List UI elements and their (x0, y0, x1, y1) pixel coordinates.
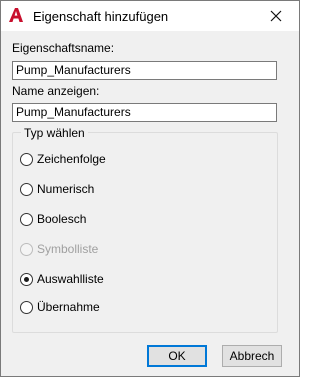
close-button[interactable] (255, 1, 299, 31)
cancel-button[interactable]: Abbrech (222, 345, 282, 367)
radio-button[interactable] (20, 153, 33, 166)
window-title: Eigenschaft hinzufügen (33, 9, 169, 24)
autocad-logo-icon (8, 7, 24, 23)
radio-label: Auswahlliste (37, 272, 104, 286)
radio-label: Numerisch (37, 182, 95, 196)
close-icon (270, 10, 282, 22)
radio-button[interactable] (20, 273, 33, 286)
radio-label: Übernahme (37, 300, 100, 314)
radio-label: Zeichenfolge (37, 152, 106, 166)
dialog-window: Eigenschaft hinzufügen Eigenschaftsname:… (0, 0, 300, 377)
display-name-input[interactable]: Pump_Manufacturers (12, 103, 277, 122)
title-bar[interactable]: Eigenschaft hinzufügen (1, 1, 299, 31)
type-group-label: Typ wählen (21, 126, 88, 140)
ok-button[interactable]: OK (147, 345, 207, 367)
property-name-input[interactable]: Pump_Manufacturers (12, 61, 277, 80)
radio-label: Symbolliste (37, 242, 99, 256)
radio-button[interactable] (20, 213, 33, 226)
display-name-label: Name anzeigen: (12, 84, 100, 98)
radio-button (20, 243, 33, 256)
property-name-label: Eigenschaftsname: (12, 41, 115, 55)
radio-button[interactable] (20, 301, 33, 314)
radio-button[interactable] (20, 183, 33, 196)
radio-label: Boolesch (37, 212, 87, 226)
